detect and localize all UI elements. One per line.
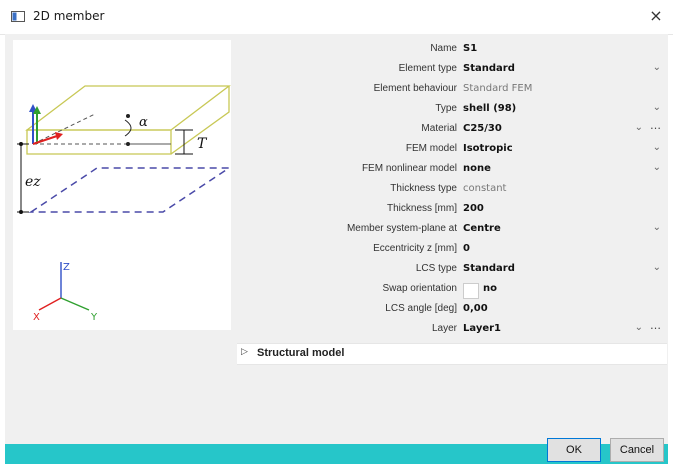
angle-point-top xyxy=(126,114,130,118)
property-label: Type xyxy=(435,103,457,114)
local-x-arrowhead xyxy=(55,132,63,140)
property-row-type[interactable]: Type shell (98) ⌄ xyxy=(237,100,667,120)
property-value[interactable]: 200 xyxy=(463,203,484,214)
property-label: Eccentricity z [mm] xyxy=(373,243,457,254)
property-row-fem-nonlinear-model[interactable]: FEM nonlinear model none ⌄ xyxy=(237,160,667,180)
property-label: Thickness [mm] xyxy=(386,203,457,214)
global-x-label: X xyxy=(33,312,40,323)
window-icon xyxy=(11,11,25,22)
thickness-dimension xyxy=(175,129,193,155)
more-options-icon[interactable]: … xyxy=(650,319,661,332)
ok-button[interactable]: OK xyxy=(547,438,601,462)
angle-point xyxy=(126,142,130,146)
close-icon: × xyxy=(649,6,663,25)
property-label: Name xyxy=(430,43,457,54)
property-value: no xyxy=(483,283,497,294)
property-row-material[interactable]: Material C25/30 ⌄ … xyxy=(237,119,667,140)
property-row-member-system-plane-at[interactable]: Member system-plane at Centre ⌄ xyxy=(237,220,667,240)
ez-top-point xyxy=(19,142,23,146)
section-structural-model[interactable]: ▷ Structural model xyxy=(237,343,667,365)
property-value[interactable]: 0 xyxy=(463,243,470,254)
chevron-down-icon[interactable]: ⌄ xyxy=(653,222,661,233)
member-diagram: α T ez Z X Y xyxy=(17,85,232,323)
property-value[interactable]: Layer1 xyxy=(463,323,501,334)
property-row-lcs-type[interactable]: LCS type Standard ⌄ xyxy=(237,260,667,280)
section-label: Structural model xyxy=(257,347,345,359)
chevron-down-icon[interactable]: ⌄ xyxy=(653,142,661,153)
swap-orientation-checkbox[interactable] xyxy=(463,283,479,299)
property-row-name[interactable]: Name S1 xyxy=(237,40,667,60)
chevron-down-icon[interactable]: ⌄ xyxy=(635,122,643,133)
expand-icon[interactable]: ▷ xyxy=(241,347,248,357)
property-label: Layer xyxy=(431,323,457,334)
property-label: LCS angle [deg] xyxy=(385,303,457,314)
property-value[interactable]: shell (98) xyxy=(463,103,516,114)
ez-bottom-point xyxy=(19,210,23,214)
property-row-element-behaviour: Element behaviour Standard FEM xyxy=(237,80,667,100)
chevron-down-icon[interactable]: ⌄ xyxy=(653,262,661,273)
property-row-swap-orientation[interactable]: Swap orientation no xyxy=(237,280,667,300)
property-label: LCS type xyxy=(415,263,457,274)
property-label: Element type xyxy=(398,63,457,74)
property-row-lcs-angle-deg[interactable]: LCS angle [deg] 0,00 xyxy=(237,300,667,320)
property-label: FEM model xyxy=(405,143,457,154)
property-row-thickness-type: Thickness type constant xyxy=(237,180,667,200)
chevron-down-icon[interactable]: ⌄ xyxy=(653,162,661,173)
chevron-down-icon[interactable]: ⌄ xyxy=(635,322,643,333)
property-label: Material xyxy=(421,123,457,134)
property-row-layer[interactable]: Layer Layer1 ⌄ … xyxy=(237,319,667,340)
property-row-eccentricity-z-mm[interactable]: Eccentricity z [mm] 0 xyxy=(237,240,667,260)
property-label: Thickness type xyxy=(390,183,457,194)
close-button[interactable]: × xyxy=(645,5,667,27)
property-value: constant xyxy=(463,183,507,194)
property-value[interactable]: C25/30 xyxy=(463,123,502,134)
property-label: Element behaviour xyxy=(373,83,457,94)
property-row-thickness-mm[interactable]: Thickness [mm] 200 xyxy=(237,200,667,220)
chevron-down-icon[interactable]: ⌄ xyxy=(653,62,661,73)
property-value[interactable]: Standard xyxy=(463,263,515,274)
cancel-button[interactable]: Cancel xyxy=(610,438,664,462)
alpha-arc xyxy=(124,119,132,137)
global-z-label: Z xyxy=(63,262,70,273)
property-value[interactable]: 0,00 xyxy=(463,303,488,314)
property-label: FEM nonlinear model xyxy=(361,163,457,174)
property-value[interactable]: Isotropic xyxy=(463,143,513,154)
geometry-preview: α T ez Z X Y xyxy=(13,40,232,330)
global-y-label: Y xyxy=(90,312,98,323)
property-label: Swap orientation xyxy=(382,283,458,294)
property-value[interactable]: none xyxy=(463,163,491,174)
property-grid: Name S1 Element type Standard ⌄ Element behav… xyxy=(237,34,667,374)
chevron-down-icon[interactable]: ⌄ xyxy=(653,102,661,113)
property-value[interactable]: S1 xyxy=(463,43,477,54)
thickness-label: T xyxy=(197,136,208,152)
system-plane xyxy=(28,167,232,213)
property-value[interactable]: Centre xyxy=(463,223,501,234)
property-label: Member system-plane at xyxy=(346,223,457,234)
title-bar: 2D member × xyxy=(0,0,673,35)
ez-label: ez xyxy=(25,174,41,190)
window-title: 2D member xyxy=(33,9,105,23)
dialog-body: α T ez Z X Y Name S1 Element type Standa… xyxy=(5,34,668,446)
property-row-element-type[interactable]: Element type Standard ⌄ xyxy=(237,60,667,80)
property-row-fem-model[interactable]: FEM model Isotropic ⌄ xyxy=(237,140,667,160)
property-value: Standard FEM xyxy=(463,83,533,94)
property-value[interactable]: Standard xyxy=(463,63,515,74)
more-options-icon[interactable]: … xyxy=(650,119,661,132)
alpha-label: α xyxy=(139,115,148,130)
